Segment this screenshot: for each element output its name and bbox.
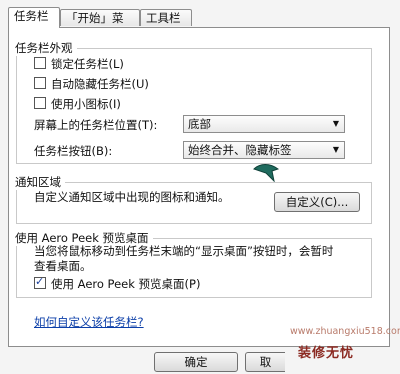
watermark-text: 装修无忧 bbox=[298, 346, 355, 361]
aero-peek-description-line1: 当您将鼠标移动到任务栏末端的“显示桌面”按钮时，会暂时 bbox=[34, 244, 334, 258]
buttons-label: 任务栏按钮(B): bbox=[34, 144, 113, 158]
chevron-down-icon: ▼ bbox=[332, 119, 339, 128]
tab-start-menu[interactable]: 「开始」菜单 bbox=[60, 9, 140, 42]
buttons-select-value: 始终合并、隐藏标签 bbox=[188, 143, 292, 157]
location-select-value: 底部 bbox=[188, 117, 211, 131]
aero-peek-description-line2: 查看桌面。 bbox=[34, 259, 92, 273]
watermark-url: www.zhuangxiu518.com bbox=[290, 326, 400, 337]
help-link[interactable]: 如何自定义该任务栏? bbox=[34, 314, 144, 330]
tab-toolbars[interactable]: 工具栏 bbox=[140, 9, 192, 26]
taskbar-properties-dialog: 任务栏 「开始」菜单 工具栏 任务栏外观 锁定任务栏(L) 自动隐藏任务栏(U)… bbox=[0, 0, 400, 374]
appearance-group-title: 任务栏外观 bbox=[11, 40, 77, 56]
aero-peek-label: 使用 Aero Peek 预览桌面(P) bbox=[51, 277, 201, 291]
notification-description: 自定义通知区域中出现的图标和通知。 bbox=[34, 190, 230, 204]
autohide-label: 自动隐藏任务栏(U) bbox=[51, 77, 149, 91]
ok-button[interactable]: 确定 bbox=[154, 352, 238, 372]
tab-strip: 任务栏 「开始」菜单 工具栏 bbox=[0, 7, 400, 42]
aero-peek-checkbox[interactable] bbox=[34, 274, 46, 290]
chevron-down-icon: ▼ bbox=[332, 145, 339, 154]
small-icons-option[interactable]: 使用小图标(I) bbox=[34, 96, 121, 112]
aero-peek-option[interactable]: 使用 Aero Peek 预览桌面(P) bbox=[34, 274, 201, 292]
buttons-select[interactable]: 始终合并、隐藏标签 ▼ bbox=[183, 141, 345, 159]
location-select[interactable]: 底部 ▼ bbox=[183, 115, 345, 133]
location-label: 屏幕上的任务栏位置(T): bbox=[34, 118, 158, 132]
autohide-option[interactable]: 自动隐藏任务栏(U) bbox=[34, 76, 149, 92]
notification-group-title: 通知区域 bbox=[11, 174, 65, 190]
small-icons-checkbox[interactable] bbox=[34, 97, 46, 109]
lock-taskbar-option[interactable]: 锁定任务栏(L) bbox=[34, 56, 124, 72]
autohide-checkbox[interactable] bbox=[34, 77, 46, 89]
tab-taskbar[interactable]: 任务栏 bbox=[8, 7, 60, 28]
lock-taskbar-label: 锁定任务栏(L) bbox=[51, 57, 124, 71]
customize-button[interactable]: 自定义(C)... bbox=[274, 192, 360, 212]
cancel-button[interactable]: 取 bbox=[245, 352, 285, 372]
small-icons-label: 使用小图标(I) bbox=[51, 97, 121, 111]
lock-taskbar-checkbox[interactable] bbox=[34, 57, 46, 69]
